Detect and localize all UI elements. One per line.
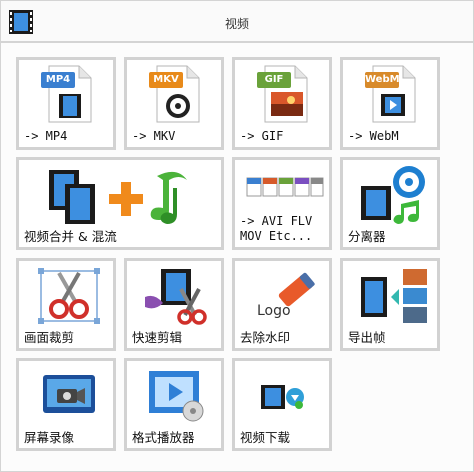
convert-gif-tile[interactable]: GIF -> GIF — [232, 57, 332, 150]
tile-label: 去除水印 — [240, 330, 291, 345]
splitter-tile[interactable]: 分离器 — [340, 157, 440, 250]
screen-record-icon — [43, 375, 95, 413]
tile-label: 分离器 — [348, 229, 386, 244]
tile-label: 视频下载 — [240, 430, 291, 445]
window-title: 视频 — [224, 17, 249, 31]
convert-mkv-tile[interactable]: MKV -> MKV — [124, 57, 224, 150]
remove-watermark-tile[interactable]: Logo 去除水印 — [232, 258, 332, 351]
screen-record-tile[interactable]: 屏幕录像 — [16, 358, 116, 451]
quick-cut-tile[interactable]: 快速剪辑 — [124, 258, 224, 351]
tile-label: -> WebM — [348, 129, 399, 143]
tile-label: 格式播放器 — [132, 430, 195, 445]
tile-label: 导出帧 — [348, 330, 386, 345]
tile-label: 屏幕录像 — [24, 430, 75, 445]
tile-label: -> MKV — [132, 129, 176, 143]
gif-file-icon — [257, 65, 308, 123]
logo-text: Logo — [257, 303, 291, 319]
crop-tile[interactable]: 画面裁剪 — [16, 258, 116, 351]
video-download-tile[interactable]: 视频下载 — [232, 358, 332, 451]
convert-other-formats-tile[interactable]: -> AVI FLV MOV Etc... — [232, 157, 332, 250]
multi-format-icon — [246, 177, 324, 197]
tile-label: -> MP4 — [24, 129, 68, 143]
tile-label: 视频合并 & 混流 — [24, 229, 117, 244]
quick-cut-icon — [145, 269, 207, 325]
title-bar: 视频 — [0, 0, 474, 42]
tile-label: -> GIF — [240, 129, 284, 143]
webm-badge: WebM — [365, 74, 400, 85]
mp4-file-icon — [41, 65, 92, 123]
format-player-icon — [149, 371, 204, 422]
gif-badge: GIF — [264, 74, 284, 85]
export-frames-tile[interactable]: 导出帧 — [340, 258, 440, 351]
convert-webm-tile[interactable]: WebM -> WebM — [340, 57, 440, 150]
format-player-tile[interactable]: 格式播放器 — [124, 358, 224, 451]
tile-label: 快速剪辑 — [132, 330, 183, 345]
tile-label: 画面裁剪 — [24, 330, 75, 345]
merge-mux-tile[interactable]: 视频合并 & 混流 — [16, 157, 224, 250]
webm-file-icon — [365, 65, 416, 123]
splitter-icon — [361, 166, 425, 224]
merge-video-audio-icon — [49, 170, 187, 224]
convert-mp4-tile[interactable]: MP4 -> MP4 — [16, 57, 116, 150]
mkv-file-icon — [149, 65, 200, 123]
export-frames-icon — [361, 269, 427, 323]
crop-scissors-icon — [38, 268, 100, 324]
mp4-badge: MP4 — [45, 74, 71, 85]
video-download-icon — [261, 385, 304, 409]
mkv-badge: MKV — [153, 74, 179, 85]
tile-label: -> AVI FLV MOV Etc... — [240, 214, 313, 243]
